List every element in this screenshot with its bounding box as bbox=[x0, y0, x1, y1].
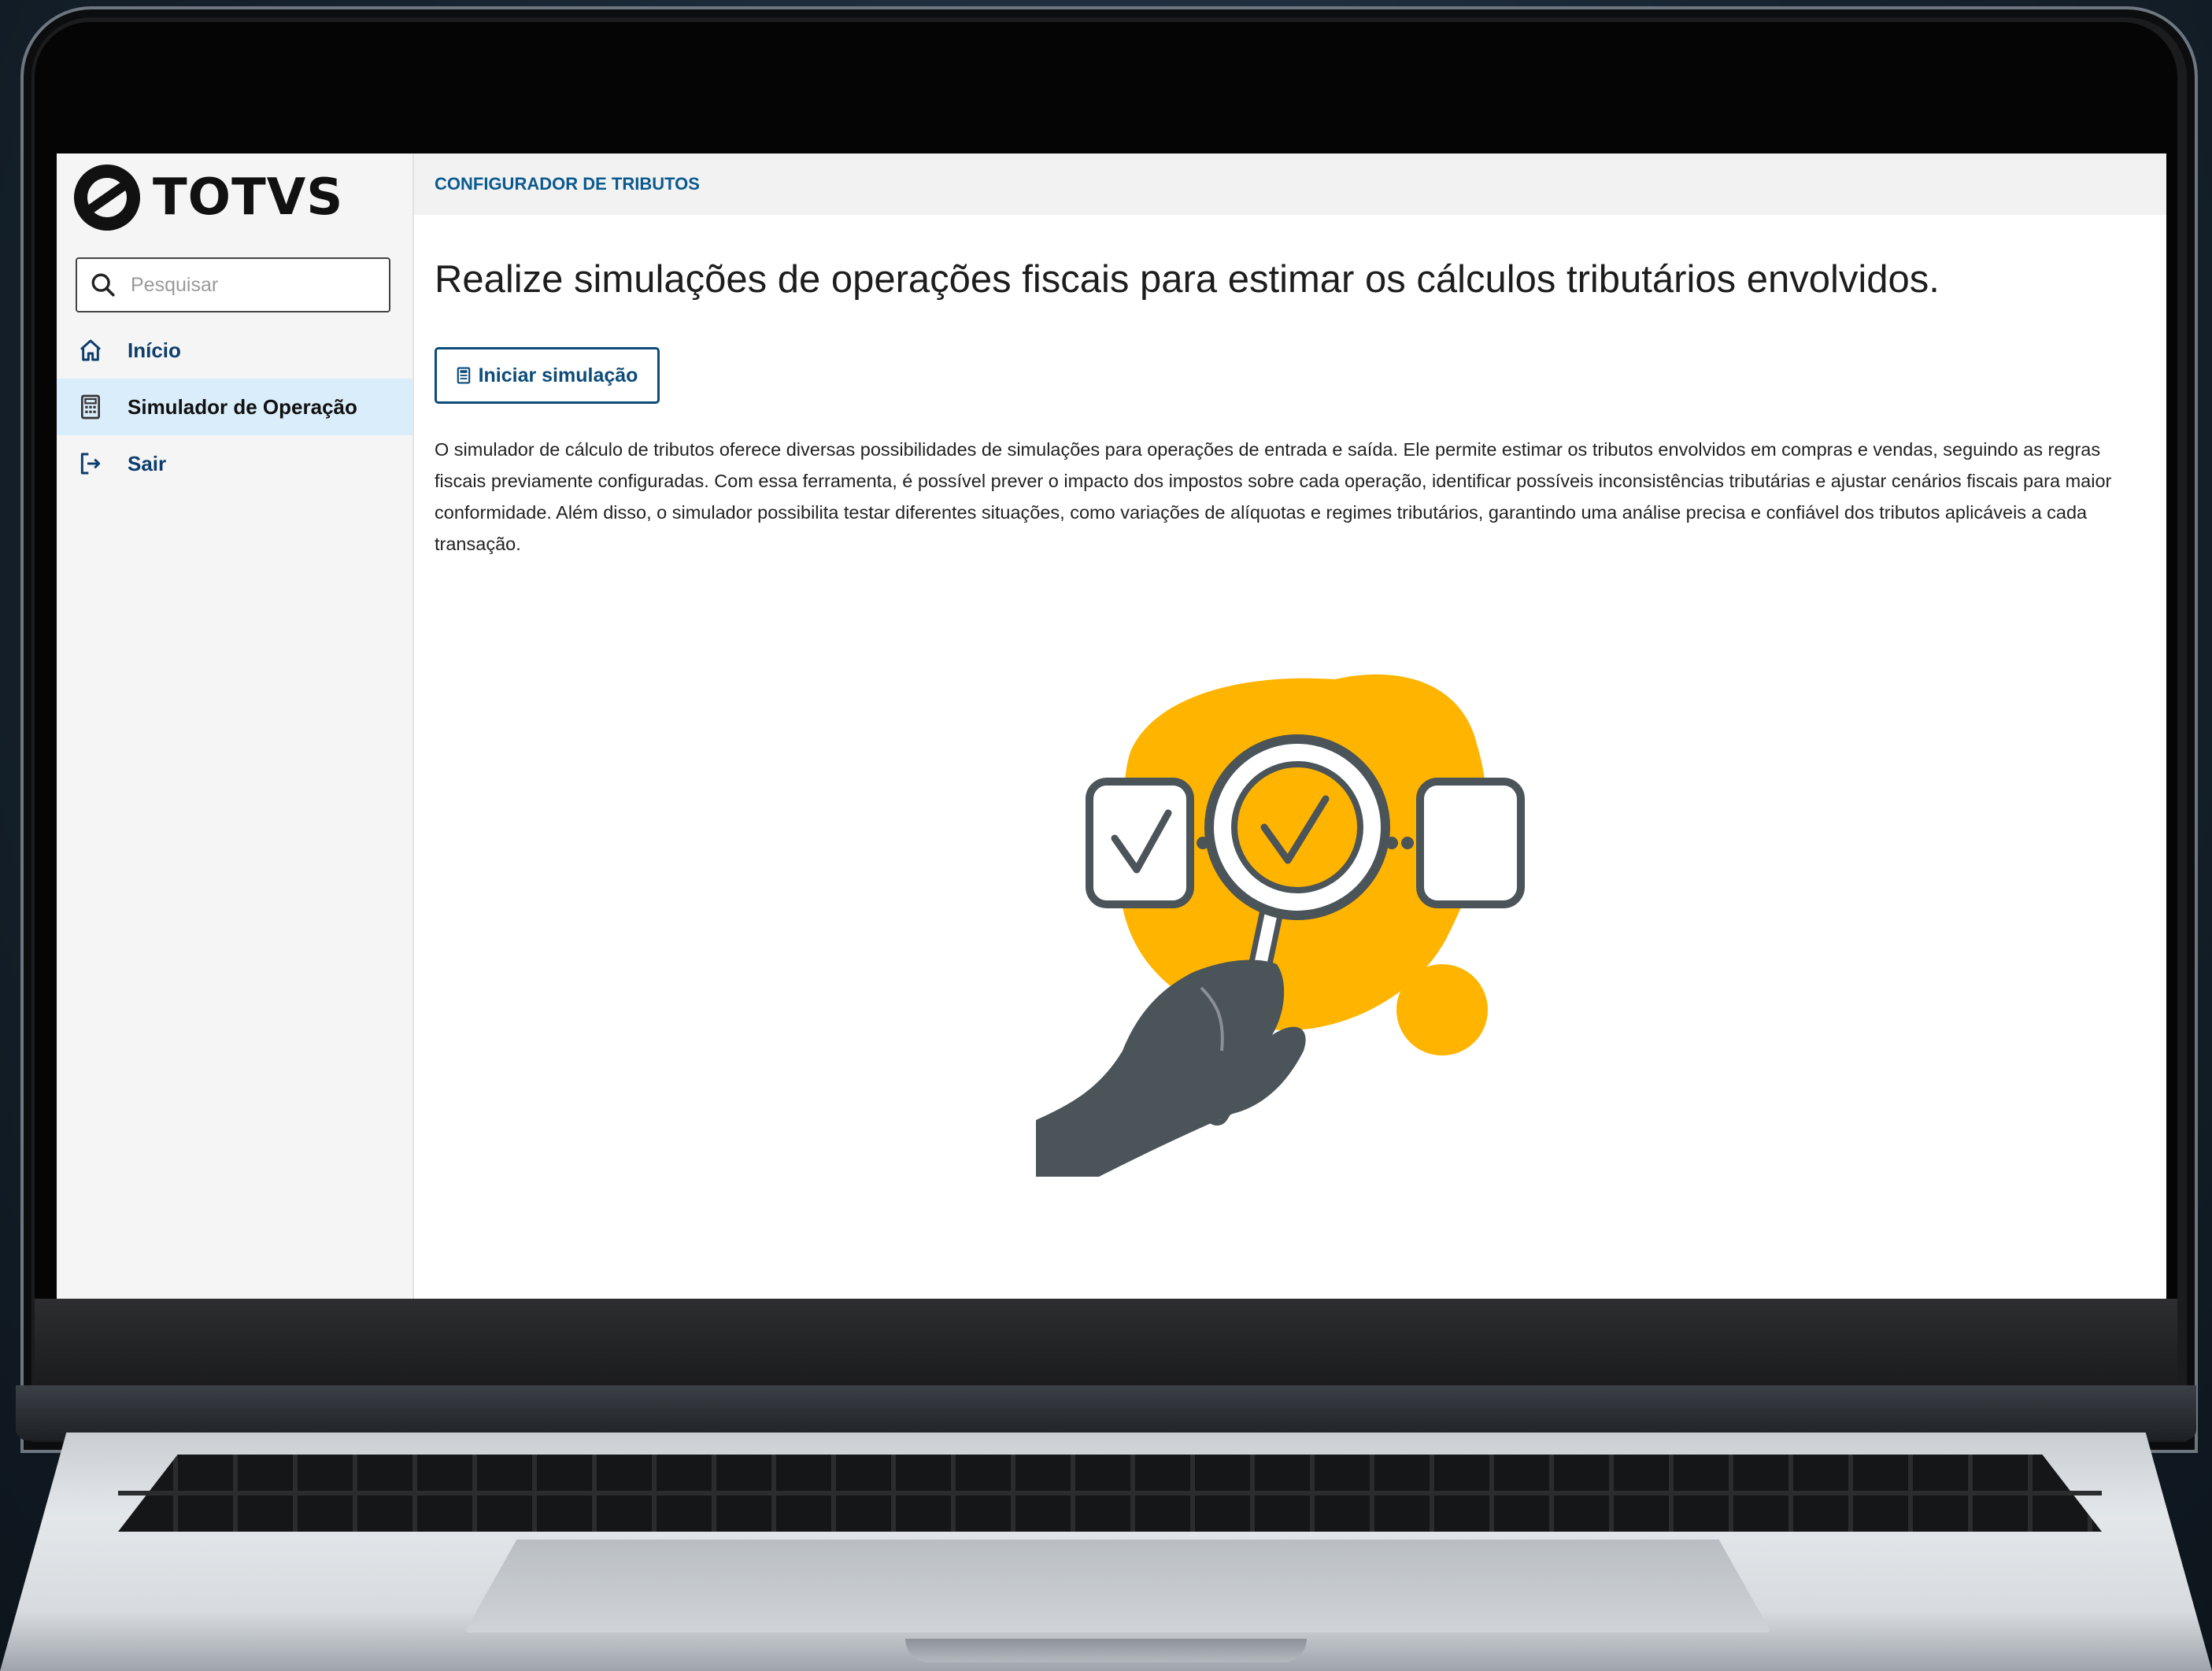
breadcrumb: CONFIGURADOR DE TRIBUTOS bbox=[414, 153, 2166, 215]
sidebar-item-simulador[interactable]: Simulador de Operação bbox=[57, 379, 412, 435]
app-screen: TOTVS Início bbox=[57, 153, 2166, 1299]
sidebar-item-label: Simulador de Operação bbox=[128, 394, 357, 419]
laptop-notch bbox=[905, 1639, 1307, 1662]
laptop-trackpad bbox=[464, 1540, 1771, 1632]
sidebar-item-sair[interactable]: Sair bbox=[57, 435, 412, 492]
main-content: CONFIGURADOR DE TRIBUTOS Realize simulaç… bbox=[414, 153, 2166, 1299]
laptop-hinge bbox=[16, 1385, 2196, 1440]
start-simulation-label: Iniciar simulação bbox=[478, 364, 638, 386]
search-box[interactable] bbox=[76, 257, 390, 312]
home-icon bbox=[77, 337, 104, 364]
search-icon bbox=[91, 273, 115, 297]
simulator-description: O simulador de cálculo de tributos ofere… bbox=[435, 439, 2112, 554]
calculator-icon bbox=[457, 367, 470, 384]
sidebar: TOTVS Início bbox=[57, 153, 414, 1299]
breadcrumb-label[interactable]: CONFIGURADOR DE TRIBUTOS bbox=[435, 174, 700, 194]
start-simulation-button[interactable]: Iniciar simulação bbox=[435, 347, 660, 404]
search-input[interactable] bbox=[129, 272, 368, 298]
logout-icon bbox=[77, 450, 104, 477]
logo-text: TOTVS bbox=[153, 168, 344, 227]
sidebar-item-label: Início bbox=[128, 338, 181, 362]
laptop-bezel-bottom bbox=[35, 1299, 2177, 1385]
page-title: Realize simulações de operações fiscais … bbox=[435, 258, 1940, 301]
magnifier-check-illustration bbox=[1036, 641, 1540, 1177]
keyboard-row-divider bbox=[118, 1491, 2102, 1495]
calculator-icon bbox=[77, 394, 104, 420]
app-logo[interactable]: TOTVS bbox=[74, 165, 343, 231]
sidebar-item-label: Sair bbox=[128, 451, 167, 475]
sidebar-item-inicio[interactable]: Início bbox=[57, 322, 412, 379]
totvs-logo-icon bbox=[74, 165, 140, 231]
